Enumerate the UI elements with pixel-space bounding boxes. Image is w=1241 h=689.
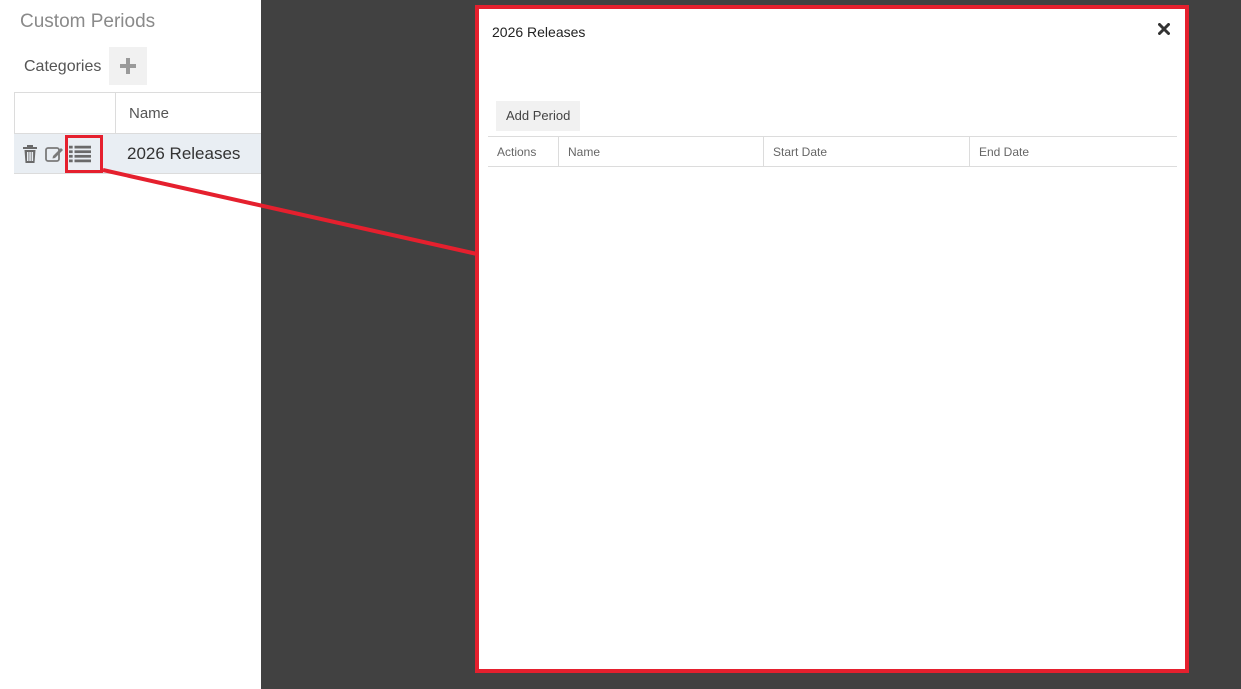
page-title: Custom Periods xyxy=(20,11,156,32)
list-icon[interactable] xyxy=(69,143,91,165)
row-actions xyxy=(14,134,114,173)
edit-icon[interactable] xyxy=(44,143,66,165)
categories-label: Categories xyxy=(24,58,102,75)
trash-icon[interactable] xyxy=(19,143,41,165)
add-period-button[interactable]: Add Period xyxy=(496,101,581,131)
name-column-header[interactable]: Name xyxy=(559,137,764,166)
start-date-column-header[interactable]: Start Date xyxy=(764,137,970,166)
periods-table-header: Actions Name Start Date End Date xyxy=(488,136,1177,167)
categories-table: Name 2026 Releases xyxy=(14,92,261,174)
actions-column-header xyxy=(15,93,116,133)
categories-table-header: Name xyxy=(14,92,261,134)
add-category-button[interactable] xyxy=(109,47,147,85)
plus-icon xyxy=(120,58,136,74)
periods-dialog: 2026 Releases Add Period Actions Name St… xyxy=(475,5,1189,673)
actions-column-header[interactable]: Actions xyxy=(488,137,559,166)
end-date-column-header[interactable]: End Date xyxy=(970,137,1177,166)
periods-table: Actions Name Start Date End Date xyxy=(488,136,1177,167)
name-column-header: Name xyxy=(129,105,170,122)
table-row[interactable]: 2026 Releases xyxy=(14,134,261,174)
close-button[interactable] xyxy=(1157,22,1171,36)
category-name: 2026 Releases xyxy=(127,143,241,163)
dialog-title: 2026 Releases xyxy=(492,24,586,40)
close-icon xyxy=(1158,23,1170,35)
custom-periods-panel: Custom Periods Categories Name 2026 Rele… xyxy=(0,0,261,689)
